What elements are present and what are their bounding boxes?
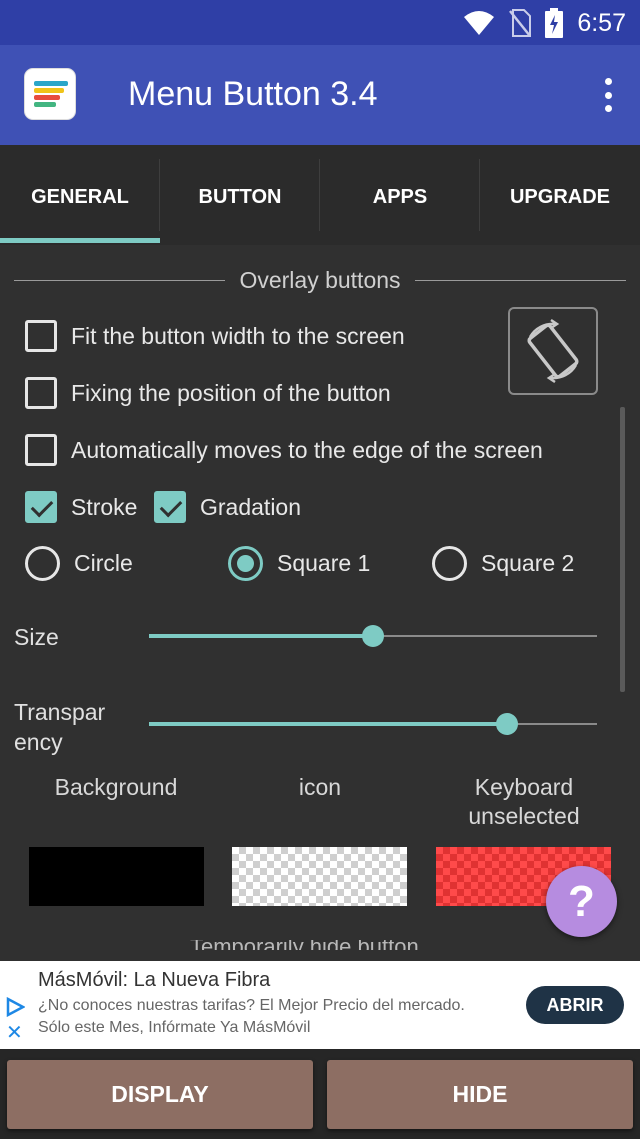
size-label: Size — [14, 624, 59, 650]
no-sim-icon — [509, 9, 532, 37]
overflow-menu-icon[interactable] — [602, 78, 614, 112]
display-button[interactable]: DISPLAY — [7, 1060, 313, 1129]
ad-description: ¿No conoces nuestras tarifas? El Mejor P… — [38, 997, 465, 1014]
slider-fill — [149, 634, 373, 638]
slider-fill — [149, 722, 508, 726]
option-fix-position[interactable]: Fixing the position of the button — [25, 377, 391, 409]
app-logo-icon — [24, 68, 76, 120]
scrollbar[interactable] — [620, 407, 625, 692]
slider-thumb[interactable] — [496, 713, 519, 735]
option-label: Fixing the position of the button — [71, 379, 391, 406]
transparency-slider[interactable] — [149, 709, 597, 739]
help-button[interactable]: ? — [546, 866, 617, 937]
ad-banner[interactable]: ✕ MásMóvil: La Nueva Fibra ¿No conoces n… — [0, 961, 640, 1049]
option-fit-width[interactable]: Fit the button width to the screen — [25, 320, 405, 352]
shape-option-square-2[interactable]: Square 2 — [432, 546, 574, 581]
tab-upgrade[interactable]: UPGRADE — [480, 157, 640, 237]
battery-charging-icon — [545, 8, 564, 38]
ad-description: Sólo este Mes, Infórmate Ya MásMóvil — [38, 1019, 311, 1036]
fix-position-checkbox[interactable] — [25, 377, 57, 409]
bottom-bar: DISPLAY HIDE — [0, 1049, 640, 1139]
square-2-radio[interactable] — [432, 546, 467, 581]
icon-color-swatch[interactable] — [232, 847, 407, 906]
hide-button-label: Temporarily hide button — [190, 940, 419, 950]
ad-title: MásMóvil: La Nueva Fibra — [38, 969, 271, 991]
ad-choices-icon[interactable] — [5, 997, 25, 1017]
stroke-checkbox[interactable] — [25, 491, 57, 523]
background-color-label: Background — [54, 774, 178, 800]
option-stroke[interactable]: Stroke — [25, 491, 137, 523]
radio-label: Square 2 — [481, 550, 575, 576]
rotate-screen-button[interactable] — [508, 307, 598, 395]
tab-button[interactable]: BUTTON — [160, 157, 320, 237]
option-label: Automatically moves to the edge of the s… — [71, 436, 543, 463]
transparency-label: Transpar ency — [14, 699, 106, 755]
radio-label: Square 1 — [277, 550, 371, 576]
overlay-section-header: Overlay buttons — [14, 262, 626, 298]
tab-apps[interactable]: APPS — [320, 157, 480, 237]
gradation-checkbox[interactable] — [154, 491, 186, 523]
background-color-swatch[interactable] — [29, 847, 204, 906]
option-auto-edge[interactable]: Automatically moves to the edge of the s… — [25, 434, 543, 466]
shape-option-circle[interactable]: Circle — [25, 546, 133, 581]
hide-button-option: Temporarily hide button — [0, 940, 640, 950]
tab-indicator — [0, 238, 160, 243]
screen-rotation-icon — [527, 318, 579, 384]
size-slider[interactable] — [149, 621, 597, 651]
divider — [414, 279, 626, 281]
slider-thumb[interactable] — [362, 625, 384, 647]
wifi-icon — [464, 11, 495, 35]
status-icons: 6:57 — [463, 8, 626, 38]
section-title: Overlay buttons — [239, 266, 401, 293]
hide-button[interactable]: HIDE — [327, 1060, 633, 1129]
ad-close-icon[interactable]: ✕ — [6, 1023, 23, 1043]
option-label: Stroke — [71, 493, 138, 520]
option-gradation[interactable]: Gradation — [154, 491, 301, 523]
tab-general[interactable]: GENERAL — [0, 157, 160, 237]
option-label: Gradation — [200, 493, 302, 520]
status-bar: 6:57 — [0, 0, 640, 45]
icon-color-label: icon — [298, 774, 342, 800]
fit-width-checkbox[interactable] — [25, 320, 57, 352]
app-title: Menu Button 3.4 — [128, 75, 378, 113]
divider — [14, 279, 226, 281]
ad-open-button[interactable]: ABRIR — [526, 986, 624, 1024]
status-time: 6:57 — [577, 8, 626, 37]
shape-option-square-1[interactable]: Square 1 — [228, 546, 370, 581]
radio-label: Circle — [74, 550, 133, 576]
option-label: Fit the button width to the screen — [71, 322, 405, 349]
tab-bar: GENERAL BUTTON APPS UPGRADE — [0, 145, 640, 245]
square-1-radio[interactable] — [228, 546, 263, 581]
app-bar: Menu Button 3.4 — [0, 45, 640, 145]
circle-radio[interactable] — [25, 546, 60, 581]
keyboard-color-label: Keyboard unselected — [468, 774, 580, 829]
auto-edge-checkbox[interactable] — [25, 434, 57, 466]
